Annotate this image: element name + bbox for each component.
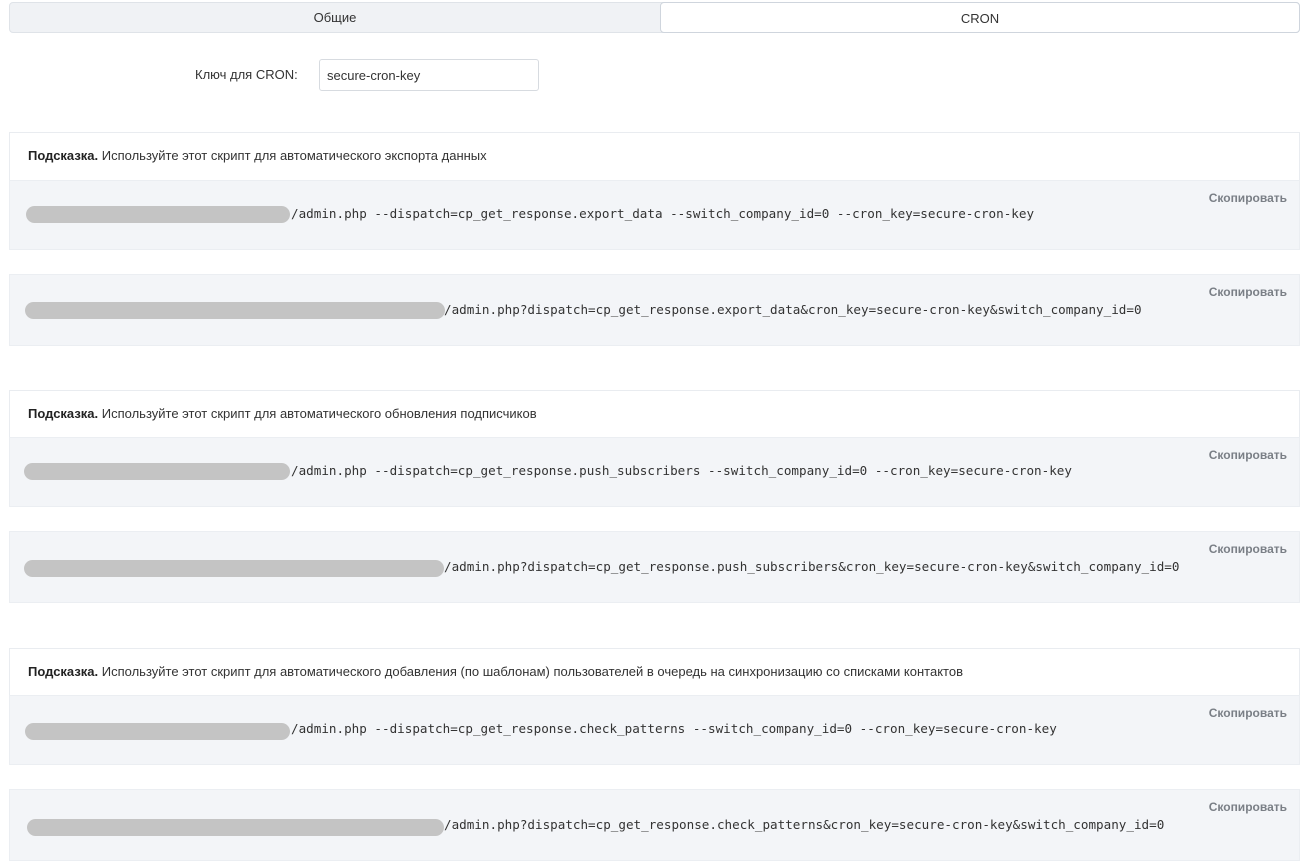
url-command[interactable]: /admin.php?dispatch=cp_get_response.expo… — [444, 302, 1142, 317]
cron-key-input[interactable] — [319, 59, 539, 91]
url-command-box: /admin.php?dispatch=cp_get_response.chec… — [9, 789, 1300, 861]
redacted-url — [25, 302, 445, 319]
copy-button[interactable]: Скопировать — [1209, 285, 1287, 299]
hint-text: Подсказка. Используйте этот скрипт для а… — [28, 664, 963, 679]
tab-general[interactable]: Общие — [10, 3, 660, 32]
cli-command-box: /admin.php --dispatch=cp_get_response.ch… — [9, 695, 1300, 765]
url-command-box: /admin.php?dispatch=cp_get_response.expo… — [9, 274, 1300, 346]
url-command[interactable]: /admin.php?dispatch=cp_get_response.push… — [444, 559, 1179, 574]
copy-button[interactable]: Скопировать — [1209, 542, 1287, 556]
cli-command[interactable]: /admin.php --dispatch=cp_get_response.ex… — [291, 206, 1034, 221]
copy-button[interactable]: Скопировать — [1209, 706, 1287, 720]
hint-text: Подсказка. Используйте этот скрипт для а… — [28, 406, 537, 421]
cli-command-box: /admin.php --dispatch=cp_get_response.ex… — [9, 180, 1300, 250]
hint-description: Используйте этот скрипт для автоматическ… — [101, 406, 537, 421]
hint-prefix: Подсказка. — [28, 664, 99, 679]
hint-description: Используйте этот скрипт для автоматическ… — [101, 148, 487, 163]
copy-button[interactable]: Скопировать — [1209, 448, 1287, 462]
redacted-url — [27, 819, 444, 836]
url-command[interactable]: /admin.php?dispatch=cp_get_response.chec… — [444, 817, 1164, 832]
hint-prefix: Подсказка. — [28, 406, 99, 421]
copy-button[interactable]: Скопировать — [1209, 800, 1287, 814]
redacted-path — [25, 723, 290, 740]
cli-command[interactable]: /admin.php --dispatch=cp_get_response.ch… — [291, 721, 1057, 736]
url-command-box: /admin.php?dispatch=cp_get_response.push… — [9, 531, 1300, 603]
redacted-path — [24, 463, 290, 480]
hint-text: Подсказка. Используйте этот скрипт для а… — [28, 148, 487, 163]
tab-bar: Общие CRON — [9, 2, 1300, 33]
copy-button[interactable]: Скопировать — [1209, 191, 1287, 205]
hint-description: Используйте этот скрипт для автоматическ… — [101, 664, 963, 679]
cli-command-box: /admin.php --dispatch=cp_get_response.pu… — [9, 437, 1300, 507]
hint-prefix: Подсказка. — [28, 148, 99, 163]
redacted-url — [24, 560, 444, 577]
cli-command[interactable]: /admin.php --dispatch=cp_get_response.pu… — [291, 463, 1072, 478]
tab-cron[interactable]: CRON — [660, 2, 1300, 33]
redacted-path — [26, 206, 290, 223]
cron-key-label: Ключ для CRON: — [195, 67, 298, 82]
